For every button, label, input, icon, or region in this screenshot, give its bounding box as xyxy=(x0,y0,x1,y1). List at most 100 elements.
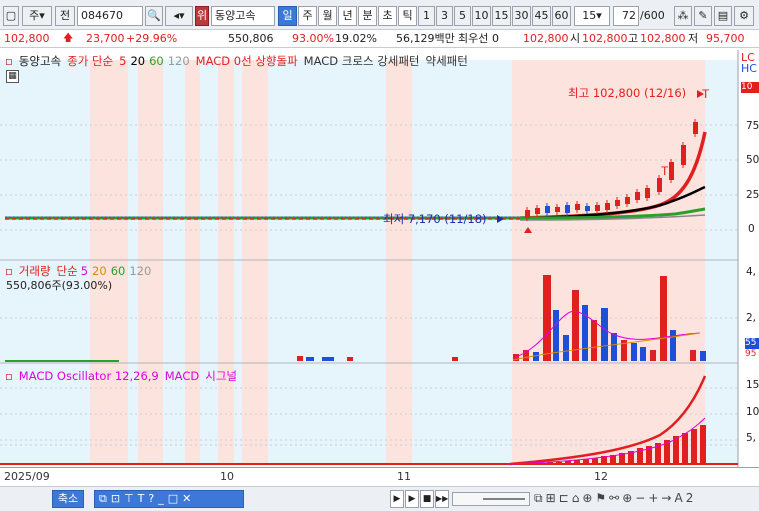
legend-vol-ma120[interactable]: 120 xyxy=(129,264,151,278)
plus-icon[interactable]: + xyxy=(648,491,661,505)
interval-10[interactable]: 10 xyxy=(472,6,491,26)
camera-icon[interactable]: ⌂ xyxy=(572,491,583,505)
legend-ma5[interactable]: 5 xyxy=(119,54,126,68)
tag-hc: HC xyxy=(741,62,757,75)
macd-axis-10: 10 xyxy=(746,406,759,418)
quote-volume: 550,806 xyxy=(228,32,274,45)
minus-icon[interactable]: − xyxy=(635,491,648,505)
tab-day[interactable]: 일 xyxy=(278,6,297,26)
stock-name-field[interactable]: 동양고속 xyxy=(211,6,275,26)
shade-band xyxy=(185,60,200,465)
tools-icon[interactable]: ⁂ xyxy=(674,6,692,26)
legend-ma20[interactable]: 20 xyxy=(130,54,145,68)
price-axis-75: 75 xyxy=(746,120,759,132)
interval-select[interactable]: 15▾ xyxy=(574,6,610,26)
volume-bar xyxy=(700,351,706,361)
candle xyxy=(595,205,600,211)
font-icon[interactable]: A xyxy=(674,491,685,505)
shade-band xyxy=(163,60,185,465)
tab-year[interactable]: 년 xyxy=(338,6,357,26)
up-arrow-icon: 🡅 xyxy=(63,33,74,44)
grid-icon[interactable]: ▦ xyxy=(6,70,19,83)
legend-macd-osc[interactable]: MACD Oscillator 12,26,9 xyxy=(19,369,159,383)
help-icon[interactable]: ? xyxy=(148,492,158,505)
pin-icon[interactable]: ⊤ xyxy=(124,492,138,505)
interval-3[interactable]: 3 xyxy=(436,6,453,26)
tab-tick[interactable]: 틱 xyxy=(398,6,417,26)
legend-ma120[interactable]: 120 xyxy=(168,54,190,68)
overlay-icon[interactable]: ⊞ xyxy=(546,491,559,505)
legend-vol-ma20[interactable]: 20 xyxy=(92,264,107,278)
zoom-out-button[interactable]: 축소 xyxy=(52,490,84,508)
legend-macd[interactable]: MACD xyxy=(165,369,199,383)
window-icon[interactable]: ▢ xyxy=(3,6,19,26)
window-tile-icon[interactable]: ⊡ xyxy=(111,492,124,505)
prefix-select[interactable]: 전 xyxy=(55,6,75,26)
play-button[interactable]: ▶ xyxy=(405,490,419,508)
candle xyxy=(545,206,550,213)
interval-60[interactable]: 60 xyxy=(552,6,571,26)
volume-bar xyxy=(611,333,617,361)
legend-volume[interactable]: 거래량 xyxy=(19,264,51,278)
speaker-icon[interactable]: ◂▾ xyxy=(165,6,193,26)
interval-45[interactable]: 45 xyxy=(532,6,551,26)
flag-icon[interactable]: ⚑ xyxy=(595,491,609,505)
volume-tag-55: 55 xyxy=(745,338,759,349)
range-input[interactable]: 72 xyxy=(613,6,639,26)
crosshair-icon[interactable]: ⊕ xyxy=(582,491,595,505)
interval-1[interactable]: 1 xyxy=(418,6,435,26)
chart-svg[interactable]: TT xyxy=(0,50,759,468)
legend-ma60[interactable]: 60 xyxy=(149,54,164,68)
tab-minute[interactable]: 분 xyxy=(358,6,377,26)
legend-stock-name[interactable]: 동양고속 xyxy=(19,54,61,68)
legend-macd-bull[interactable]: MACD 크로스 강세패턴 xyxy=(304,54,420,68)
tab-week[interactable]: 주 xyxy=(298,6,317,26)
interval-30[interactable]: 30 xyxy=(512,6,531,26)
candle xyxy=(669,162,674,180)
date-label-oct: 10 xyxy=(220,470,234,483)
volume-bar xyxy=(452,357,458,361)
zoom-in-icon[interactable]: ⊕ xyxy=(622,491,635,505)
volume-bar xyxy=(631,343,637,361)
legend-macd-bear[interactable]: 약세패턴 xyxy=(426,54,468,68)
box-icon[interactable]: ⧉ xyxy=(99,492,111,505)
gear-icon[interactable]: ⚙ xyxy=(734,6,754,26)
volume-tag-95: 95 xyxy=(745,349,759,360)
close-icon[interactable]: ✕ xyxy=(182,492,195,505)
magnet-icon[interactable]: ⊏ xyxy=(559,491,572,505)
stock-code-input[interactable]: 084670 xyxy=(77,6,143,26)
minimize-icon[interactable]: _ xyxy=(158,492,168,505)
copy-icon[interactable]: ⧉ xyxy=(534,491,546,505)
search-icon[interactable]: 🔍 xyxy=(145,6,163,26)
tab-second[interactable]: 초 xyxy=(378,6,397,26)
legend-vol-ma5[interactable]: 5 xyxy=(81,264,88,278)
interval-5[interactable]: 5 xyxy=(454,6,471,26)
scroll-slider[interactable] xyxy=(452,492,530,506)
legend-vol-ma60[interactable]: 60 xyxy=(111,264,126,278)
legend-volume-ma[interactable]: 단순 xyxy=(57,264,78,278)
volume-bar xyxy=(670,330,676,361)
fast-forward-button[interactable]: ▶▶ xyxy=(435,490,449,508)
draw-icon[interactable]: ✎ xyxy=(694,6,712,26)
chart-area[interactable]: TT ▫ 동양고속 종가 단순 5 20 60 120 MACD 0선 상향돌파 MACD 크로… xyxy=(0,50,759,468)
link-icon[interactable]: ⚯ xyxy=(609,491,622,505)
chart-tools[interactable]: ⧉⊞⊏⌂⊕⚑⚯⊕−+→A2 xyxy=(534,491,696,506)
legend-signal[interactable]: 시그널 xyxy=(205,369,237,383)
stop-button[interactable]: ■ xyxy=(420,490,434,508)
text-icon[interactable]: T xyxy=(138,492,149,505)
save-icon[interactable]: ▤ xyxy=(714,6,732,26)
interval-15[interactable]: 15 xyxy=(492,6,511,26)
arrow-right-icon[interactable]: → xyxy=(661,491,674,505)
candle xyxy=(605,203,610,210)
legend-macd-zero-cross[interactable]: MACD 0선 상향돌파 xyxy=(196,54,298,68)
maximize-icon[interactable]: □ xyxy=(168,492,182,505)
period-select[interactable]: 주▾ xyxy=(22,6,52,26)
legend-close-ma[interactable]: 종가 단순 xyxy=(67,54,113,68)
tab-month[interactable]: 월 xyxy=(318,6,337,26)
macd-axis-15: 15 xyxy=(746,379,759,391)
step-back-button[interactable]: ▶ xyxy=(390,490,404,508)
two-icon[interactable]: 2 xyxy=(686,491,697,505)
legend-square-icon: ▫ xyxy=(5,54,13,68)
quote-best-label: 최우선 xyxy=(458,32,489,45)
drawing-toolbar[interactable]: ⧉⊡⊤T?_□✕ xyxy=(94,490,244,508)
